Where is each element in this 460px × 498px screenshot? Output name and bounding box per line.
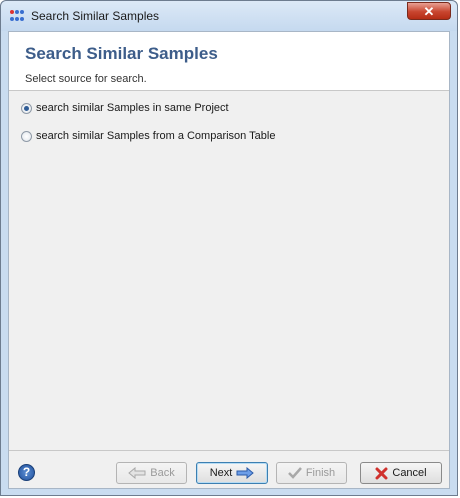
dialog-window: Search Similar Samples ✕ Search Similar … <box>0 0 458 496</box>
footer-divider <box>9 450 449 451</box>
close-icon: ✕ <box>423 4 435 19</box>
option-same-project[interactable]: search similar Samples in same Project <box>21 100 229 116</box>
help-icon[interactable]: ? <box>18 464 35 481</box>
wizard-header: Search Similar Samples Select source for… <box>9 32 449 91</box>
app-icon <box>10 10 24 21</box>
radio-button-unchecked[interactable] <box>21 130 32 142</box>
back-arrow-icon <box>128 467 146 479</box>
option-label[interactable]: search similar Samples from a Comparison… <box>36 130 275 142</box>
next-arrow-icon <box>236 467 255 479</box>
page-title: Search Similar Samples <box>25 44 218 63</box>
option-label[interactable]: search similar Samples in same Project <box>36 102 229 114</box>
cancel-label: Cancel <box>392 467 427 479</box>
dialog-content: Search Similar Samples Select source for… <box>8 31 450 489</box>
radio-button-checked[interactable] <box>21 102 32 114</box>
cancel-button[interactable]: Cancel <box>360 462 442 484</box>
checkmark-icon <box>287 467 302 479</box>
close-window-button[interactable]: ✕ <box>407 2 451 20</box>
window-title: Search Similar Samples <box>31 9 160 23</box>
finish-label: Finish <box>305 467 336 479</box>
option-comparison-table[interactable]: search similar Samples from a Comparison… <box>21 128 275 144</box>
next-button[interactable]: Next <box>196 462 268 484</box>
back-label: Back <box>150 467 175 479</box>
cancel-x-icon <box>375 467 388 479</box>
finish-button[interactable]: Finish <box>276 462 347 484</box>
next-label: Next <box>209 467 233 479</box>
page-subtitle: Select source for search. <box>25 73 147 85</box>
back-button[interactable]: Back <box>116 462 187 484</box>
title-bar[interactable]: Search Similar Samples ✕ <box>1 1 457 31</box>
